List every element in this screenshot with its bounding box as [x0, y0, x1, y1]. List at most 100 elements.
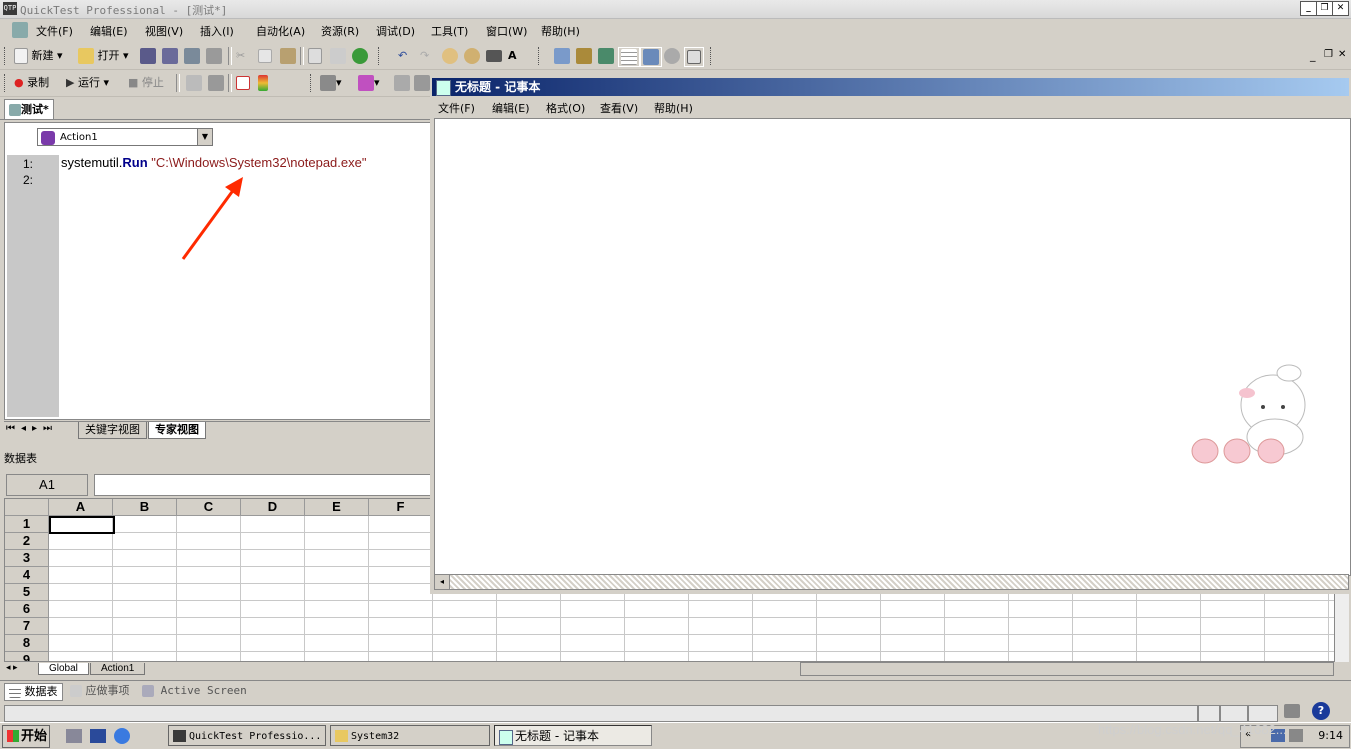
task-quicktest[interactable]: QuickTest Professio...	[168, 725, 326, 746]
selected-cell-a1[interactable]	[49, 516, 115, 534]
row-header[interactable]: 4	[5, 567, 49, 584]
object-repository-button[interactable]	[552, 47, 572, 65]
tab-datatable[interactable]: 数据表	[4, 683, 63, 701]
toolbar-grip[interactable]	[4, 47, 8, 65]
notepad-title-bar[interactable]: 无标题 - 记事本	[432, 78, 1349, 96]
sheet-tab-action1[interactable]: Action1	[90, 663, 146, 675]
ie-icon[interactable]	[114, 728, 130, 744]
cut-button[interactable]: ✂	[234, 47, 247, 65]
notepad-menu-file[interactable]: 文件(F)	[438, 100, 475, 116]
grid-horizontal-scrollbar[interactable]	[800, 662, 1334, 676]
print-button[interactable]	[204, 47, 224, 65]
grid-corner[interactable]	[5, 499, 49, 516]
edit-button[interactable]	[306, 47, 324, 65]
minimize-button[interactable]: _	[1300, 1, 1317, 16]
column-header[interactable]: D	[241, 499, 305, 516]
column-header[interactable]: E	[305, 499, 369, 516]
font-button[interactable]: A	[506, 47, 519, 65]
mdi-restore-button[interactable]: ❐	[1324, 49, 1333, 60]
low-level-recording-button[interactable]	[206, 74, 226, 92]
notepad-menu-view[interactable]: 查看(V)	[600, 100, 638, 116]
row-header[interactable]: 5	[5, 584, 49, 601]
volume-icon[interactable]	[1289, 729, 1303, 742]
row-header[interactable]: 8	[5, 635, 49, 652]
action-dropdown[interactable]: Action1 ▼	[37, 128, 213, 146]
print-preview-button[interactable]	[182, 47, 202, 65]
row-header[interactable]: 6	[5, 601, 49, 618]
results-button[interactable]	[234, 74, 252, 92]
tab-nav-arrows[interactable]: ⏮◂▸⏭	[6, 423, 58, 434]
new-button[interactable]: 新建 ▾	[12, 47, 65, 65]
task-notepad[interactable]: 无标题 - 记事本	[494, 725, 652, 746]
notepad-text-area[interactable]	[434, 118, 1351, 576]
clock[interactable]: 9:14	[1318, 729, 1343, 742]
tab-todo[interactable]: 应做事项	[66, 683, 134, 699]
toolbar-grip[interactable]	[538, 47, 542, 65]
show-desktop-icon[interactable]	[66, 729, 82, 743]
server-manager-icon[interactable]	[90, 729, 106, 743]
task-system32[interactable]: System32	[330, 725, 490, 746]
debug-x-button[interactable]	[412, 74, 432, 92]
comment-button[interactable]	[440, 47, 460, 65]
toolbar-grip[interactable]	[378, 47, 382, 65]
scroll-left-arrow[interactable]: ◂	[435, 575, 450, 589]
toolbar-grip[interactable]	[4, 74, 8, 92]
menu-debug[interactable]: 调试(D)	[376, 23, 415, 39]
notepad-menu-edit[interactable]: 编辑(E)	[492, 100, 530, 116]
restore-button[interactable]: ❐	[1316, 1, 1333, 16]
code-line-1[interactable]: systemutil.Run "C:\Windows\System32\note…	[61, 155, 366, 170]
open-button[interactable]: 打开 ▾	[76, 47, 131, 65]
paste-button[interactable]	[278, 47, 298, 65]
redo-button[interactable]: ↷	[418, 47, 431, 65]
notepad-menu-help[interactable]: 帮助(H)	[654, 100, 693, 116]
start-button[interactable]: 开始	[2, 725, 50, 748]
column-header[interactable]: C	[177, 499, 241, 516]
toolbar-grip[interactable]	[310, 74, 314, 92]
properties-button[interactable]	[328, 47, 348, 65]
mdi-close-button[interactable]: ✕	[1338, 49, 1346, 60]
row-header[interactable]: 2	[5, 533, 49, 550]
keyboard-icon[interactable]	[1284, 704, 1300, 718]
row-header[interactable]: 3	[5, 550, 49, 567]
row-header[interactable]: 7	[5, 618, 49, 635]
chevron-down-icon[interactable]: ▼	[197, 129, 212, 145]
sheet-tab-global[interactable]: Global	[38, 663, 89, 675]
insert-checkpoint-button[interactable]: ▾	[356, 74, 382, 92]
menu-help[interactable]: 帮助(H)	[541, 23, 580, 39]
menu-window[interactable]: 窗口(W)	[486, 23, 527, 39]
find-button[interactable]	[484, 47, 504, 65]
column-header[interactable]: A	[49, 499, 113, 516]
menu-insert[interactable]: 插入(I)	[200, 23, 234, 39]
cell-reference-box[interactable]: A1	[6, 474, 88, 496]
menu-view[interactable]: 视图(V)	[145, 23, 183, 39]
undo-button[interactable]: ↶	[396, 47, 409, 65]
notepad-menu-format[interactable]: 格式(O)	[546, 100, 585, 116]
debug-viewer-button[interactable]	[684, 47, 704, 67]
run-button[interactable]: ▶ 运行 ▾	[64, 74, 111, 92]
uncomment-button[interactable]	[462, 47, 482, 65]
menu-edit[interactable]: 编辑(E)	[90, 23, 128, 39]
datatable-toggle-button[interactable]	[618, 47, 640, 67]
checkpoint-button[interactable]	[596, 47, 616, 65]
save-all-button[interactable]	[160, 47, 180, 65]
sheet-nav-arrows[interactable]: ◂ ▸	[6, 662, 18, 673]
stop-button[interactable]: ■ 停止	[126, 74, 166, 92]
grid-vertical-scrollbar[interactable]	[1334, 594, 1349, 662]
step-generator-button[interactable]	[662, 47, 682, 65]
check-syntax-button[interactable]	[350, 47, 370, 65]
row-header[interactable]: 9	[5, 652, 49, 661]
status-light-button[interactable]	[256, 74, 270, 92]
debug-step-button[interactable]	[392, 74, 412, 92]
column-header[interactable]: B	[113, 499, 177, 516]
copy-button[interactable]	[256, 47, 274, 65]
mdi-minimize-button[interactable]: _	[1310, 49, 1316, 62]
record-button[interactable]: ● 录制	[12, 74, 51, 92]
menu-file[interactable]: 文件(F)	[36, 23, 73, 39]
close-button[interactable]: ✕	[1332, 1, 1349, 16]
tab-active-screen[interactable]: Active Screen	[138, 683, 251, 699]
menu-resources[interactable]: 资源(R)	[321, 23, 359, 39]
document-tab-test[interactable]: 测试*	[4, 99, 54, 119]
save-button[interactable]	[138, 47, 158, 65]
tab-expert-view[interactable]: 专家视图	[148, 422, 206, 439]
formula-input[interactable]	[94, 474, 432, 496]
